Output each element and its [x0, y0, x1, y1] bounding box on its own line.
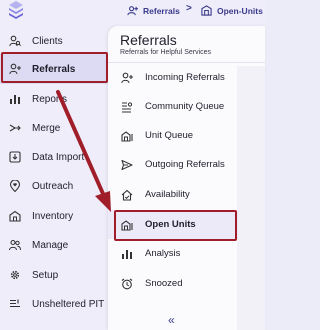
breadcrumb-referrals-label: Referrals	[143, 5, 180, 16]
building-icon	[9, 210, 21, 222]
person-plus-icon	[120, 71, 133, 84]
subnav-item-label: Analysis	[145, 248, 181, 259]
bar-chart-icon	[120, 247, 133, 260]
collapse-panel-button[interactable]: «	[168, 313, 175, 327]
sidebar-item-outreach[interactable]: Outreach	[0, 171, 111, 201]
person-plus-icon	[9, 63, 21, 75]
subnav-item-label: Incoming Referrals	[145, 72, 225, 83]
sidebar-item-label: Reports	[32, 93, 68, 105]
sidebar-item-label: Referrals	[32, 63, 76, 75]
subnav-item-label: Open Units	[145, 219, 196, 230]
sidebar-item-data-import[interactable]: Data Import	[0, 142, 111, 172]
breadcrumb-separator: >	[186, 3, 192, 14]
panel-scroll-area	[237, 66, 265, 330]
sidebar-item-label: Merge	[32, 122, 61, 134]
subnav-item-label: Availability	[145, 189, 190, 200]
sidebar-item-unsheltered-pit[interactable]: Unsheltered PIT	[0, 289, 111, 319]
alarm-icon	[120, 277, 133, 290]
subnav-item-label: Community Queue	[145, 101, 225, 112]
subnav-item-label: Unit Queue	[145, 130, 194, 141]
home-check-icon	[120, 188, 133, 201]
layers-logo-icon[interactable]	[8, 0, 24, 20]
sidebar-item-setup[interactable]: Setup	[0, 260, 111, 290]
merge-icon	[9, 122, 21, 134]
units-icon	[201, 5, 212, 16]
location-heart-icon	[9, 180, 21, 192]
sidebar-item-label: Data Import	[32, 151, 85, 163]
list-icon	[9, 298, 21, 310]
search-person-icon	[9, 35, 21, 47]
subnav-item-analysis[interactable]: Analysis	[108, 239, 238, 268]
sidebar-item-label: Setup	[32, 269, 59, 281]
subnav-item-availability[interactable]: Availability	[108, 180, 238, 209]
bar-chart-icon	[9, 93, 21, 105]
sidebar-item-label: Unsheltered PIT	[32, 298, 105, 310]
subnav-item-snoozed[interactable]: Snoozed	[108, 269, 238, 298]
sidebar-item-reports[interactable]: Reports	[0, 84, 111, 114]
people-icon	[9, 239, 21, 251]
sidebar-item-label: Manage	[32, 239, 69, 251]
sidebar-item-clients[interactable]: Clients	[0, 26, 111, 56]
queue-icon	[120, 100, 133, 113]
panel-subtitle: Referrals for Helpful Services	[120, 49, 212, 56]
sidebar-item-label: Inventory	[32, 210, 74, 222]
open-units-icon	[120, 218, 133, 231]
sidebar-item-inventory[interactable]: Inventory	[0, 201, 111, 231]
sidebar-item-label: Clients	[32, 35, 63, 47]
breadcrumb-open-units[interactable]: Open-Units	[201, 5, 263, 16]
subnav-item-outgoing-referrals[interactable]: Outgoing Referrals	[108, 150, 238, 179]
top-bar: Referrals > Open-Units	[0, 0, 265, 26]
subnav-item-label: Outgoing Referrals	[145, 159, 225, 170]
main-sidebar: Clients Referrals Reports Merge Data Imp…	[0, 26, 111, 330]
send-icon	[120, 158, 133, 171]
sidebar-item-referrals[interactable]: Referrals	[0, 54, 111, 84]
subnav-item-community-queue[interactable]: Community Queue	[108, 92, 238, 121]
breadcrumb-referrals[interactable]: Referrals	[127, 5, 180, 16]
gear-icon	[9, 269, 21, 281]
subnav-item-label: Snoozed	[145, 278, 183, 289]
subnav-item-incoming-referrals[interactable]: Incoming Referrals	[108, 63, 238, 92]
import-icon	[9, 151, 21, 163]
breadcrumb-open-units-label: Open-Units	[217, 5, 263, 16]
referrals-icon	[127, 6, 138, 16]
subnav-item-open-units[interactable]: Open Units	[108, 210, 238, 239]
referrals-panel: Referrals Referrals for Helpful Services…	[108, 26, 265, 330]
sidebar-item-label: Outreach	[32, 180, 74, 192]
panel-title: Referrals	[120, 32, 177, 48]
subnav-item-unit-queue[interactable]: Unit Queue	[108, 121, 238, 150]
unit-queue-icon	[120, 129, 133, 142]
sidebar-item-merge[interactable]: Merge	[0, 113, 111, 143]
sidebar-item-manage[interactable]: Manage	[0, 230, 111, 260]
